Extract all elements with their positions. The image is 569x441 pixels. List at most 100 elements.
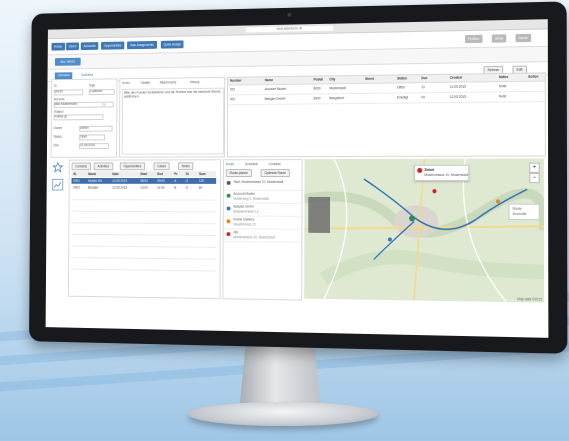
- col-created[interactable]: Created: [450, 75, 462, 81]
- route-list: Start: Musterstrasse 10, Musterstadt Acc…: [223, 177, 302, 298]
- optimize-route-button[interactable]: Optimize Route: [260, 169, 290, 177]
- monitor-stand: [239, 346, 321, 406]
- row-divider: [71, 245, 216, 248]
- col-name[interactable]: Name: [88, 171, 96, 177]
- row-cell: Erledigt: [397, 95, 408, 100]
- row-cell: 11:00: [157, 185, 165, 190]
- notes-tab[interactable]: Notes: [122, 81, 130, 85]
- row-divider: [228, 90, 545, 96]
- destination-marker-icon[interactable]: [432, 189, 437, 194]
- app-screen: www.salesforce.de Home Users Accounts Op…: [45, 19, 549, 338]
- row-cell: 12.05.2015: [112, 178, 128, 183]
- map-popup[interactable]: Zielort Musterstrasse 10, Musterstadt: [414, 164, 470, 182]
- nav-setup-button[interactable]: Setup: [491, 34, 507, 43]
- col-number[interactable]: Number: [230, 78, 242, 84]
- row-cell: 04: [421, 95, 425, 100]
- col-action[interactable]: Action: [528, 74, 538, 80]
- row-cell: 10:00: [140, 185, 148, 190]
- stop-title: Ziel: [233, 230, 239, 235]
- tab-contacts[interactable]: Contacts: [71, 162, 91, 171]
- row-cell: 09:00: [157, 178, 165, 183]
- zoom-out-icon[interactable]: −: [529, 172, 540, 184]
- account-lookup-button[interactable]: [104, 101, 114, 108]
- row-cell: 12.05.2015: [112, 185, 128, 190]
- col-city[interactable]: City: [329, 76, 335, 82]
- col-postal[interactable]: Postal: [314, 76, 323, 82]
- activity-table: Number Name Postal City Street Status Du…: [226, 72, 546, 158]
- history-tab[interactable]: History: [190, 80, 199, 84]
- account-marker-icon[interactable]: [387, 237, 392, 242]
- row-divider: [71, 233, 216, 237]
- nav-accounts-button[interactable]: Accounts: [80, 42, 99, 51]
- stop-address: Beispielstrasse 12: [233, 209, 259, 214]
- account-marker-icon[interactable]: [409, 215, 416, 222]
- nav-tasks-button[interactable]: Task Assignments: [127, 40, 157, 50]
- stop-address: Musterstrasse 10, Musterstadt: [233, 235, 275, 240]
- nav-quick-assign-button[interactable]: Quick Assign: [160, 40, 184, 49]
- monitor: www.salesforce.de Home Users Accounts Op…: [29, 1, 568, 354]
- tab-notes[interactable]: Notes: [178, 162, 194, 171]
- col-id[interactable]: ID: [73, 171, 76, 177]
- col-due[interactable]: Due: [421, 75, 427, 81]
- form-label-account: Account: [53, 97, 65, 102]
- stop-marker-icon: [226, 219, 231, 224]
- form-label-subject: Subject: [53, 109, 64, 114]
- col-street[interactable]: Street: [365, 76, 374, 82]
- chart-icon[interactable]: [52, 179, 63, 191]
- list-item[interactable]: Start: Musterstrasse 10, Musterstadt: [223, 177, 302, 191]
- row-cell: Beispiel: [88, 185, 99, 190]
- map-layer-switch[interactable]: [308, 196, 331, 233]
- tab-cases[interactable]: Cases: [153, 162, 170, 171]
- col-pr[interactable]: Pr: [174, 171, 177, 177]
- popup-title: Zielort: [424, 167, 435, 172]
- due-value: 12.05.2015: [80, 143, 95, 148]
- tab-opportunities[interactable]: Opportunities: [119, 162, 146, 171]
- list-item[interactable]: Account Muster Musterweg 5, Musterstadt: [223, 190, 302, 204]
- row-cell: 12.05.2015: [449, 94, 467, 100]
- row-cell: 12: [421, 85, 425, 90]
- nav-admin-button[interactable]: Admin: [515, 33, 532, 43]
- row-cell: 0001: [73, 178, 80, 183]
- star-icon[interactable]: [52, 162, 63, 174]
- tab-activities-lower[interactable]: Activities: [93, 162, 113, 171]
- col-date[interactable]: Date: [112, 171, 118, 177]
- nav-home-button[interactable]: Home: [51, 42, 65, 51]
- row-divider: [70, 268, 216, 272]
- monitor-base: [188, 402, 378, 426]
- attachments-tab[interactable]: Attachments: [160, 80, 177, 84]
- list-item[interactable]: Kunde Gamma Hauptstrasse 22: [223, 216, 302, 230]
- nav-users-button[interactable]: Users: [66, 42, 80, 51]
- legend-route: Route: [512, 206, 522, 211]
- map-attribution: Map data ©2015: [517, 297, 543, 302]
- nav-profiles-button[interactable]: Profiles: [465, 34, 483, 44]
- col-name[interactable]: Name: [265, 77, 273, 83]
- record-tab[interactable]: Acc. #0010: [54, 57, 81, 66]
- tab-route[interactable]: Route: [226, 162, 234, 166]
- notes-textarea[interactable]: Bitte den Kunden kontaktieren und die Te…: [121, 87, 225, 155]
- row-cell: 12.05.2015: [449, 84, 467, 89]
- account-marker-icon[interactable]: [496, 199, 501, 204]
- col-sum[interactable]: Sum: [199, 171, 206, 177]
- col-notes[interactable]: Notes: [499, 74, 508, 80]
- route-map[interactable]: Zielort Musterstrasse 10, Musterstadt + …: [304, 158, 545, 303]
- details-tab[interactable]: Details: [141, 81, 150, 85]
- row-cell: 002: [229, 97, 236, 102]
- url-bar[interactable]: www.salesforce.de: [245, 25, 334, 33]
- row-cell: 001: [230, 87, 236, 92]
- col-status[interactable]: Status: [397, 75, 407, 81]
- row-cell: Notiz: [499, 94, 507, 99]
- plan-route-button[interactable]: Route planen: [225, 169, 252, 177]
- list-item[interactable]: Ziel Musterstrasse 10, Musterstadt: [223, 229, 302, 243]
- tab-contacts-route[interactable]: Contacts: [268, 162, 280, 166]
- col-start[interactable]: Start: [140, 171, 147, 177]
- zoom-in-icon[interactable]: +: [529, 162, 540, 173]
- tab-schedule[interactable]: Schedule: [245, 162, 258, 166]
- route-panel: Route Schedule Contacts Route planen Opt…: [222, 159, 303, 301]
- nav-opportunities-button[interactable]: Opportunities: [101, 41, 125, 50]
- record-form: ID Type 00010 Customer Account Max Muste…: [50, 78, 118, 158]
- col-st[interactable]: St: [186, 171, 189, 177]
- col-end[interactable]: End: [157, 171, 163, 177]
- form-label-status: Status: [53, 134, 62, 139]
- list-item[interactable]: Beispiel GmbH Beispielstrasse 12: [223, 203, 302, 217]
- row-cell: 08:00: [140, 178, 148, 183]
